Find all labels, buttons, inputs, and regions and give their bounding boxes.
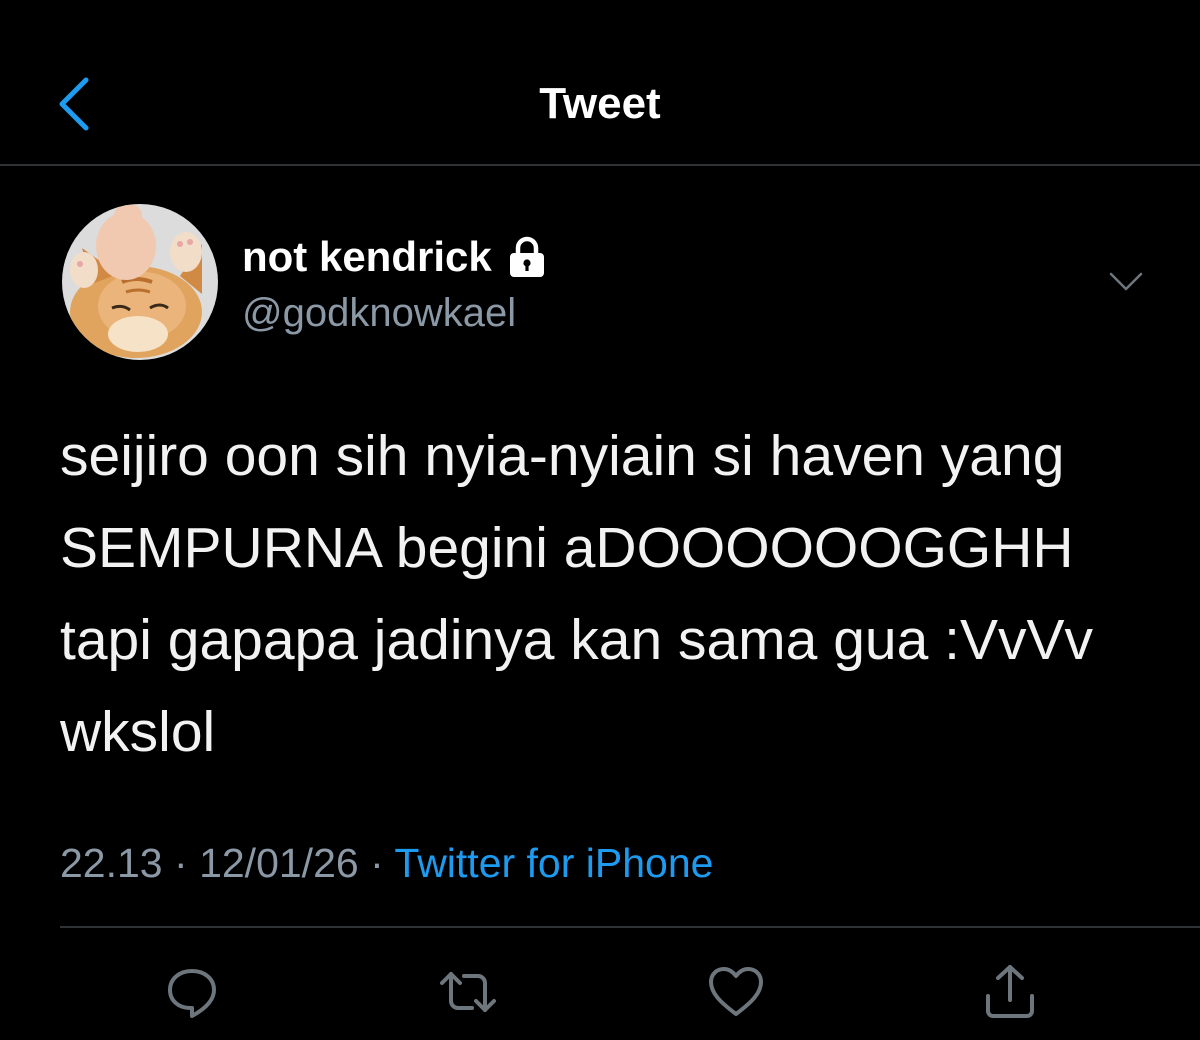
- meta-separator: ·: [370, 840, 384, 886]
- share-icon: [986, 965, 1034, 1018]
- lock-icon: [509, 236, 544, 277]
- heart-icon: [709, 967, 763, 1016]
- top-bar: Tweet: [0, 0, 1200, 166]
- retweet-button[interactable]: [436, 960, 500, 1024]
- like-button[interactable]: [704, 960, 768, 1024]
- reply-button[interactable]: [160, 960, 224, 1024]
- author-name-row[interactable]: not kendrick: [242, 232, 550, 282]
- tweet-text: seijiro oon sih nyia-nyiain si haven yan…: [60, 424, 1094, 764]
- avatar[interactable]: [62, 204, 218, 360]
- author-handle[interactable]: @godknowkael: [242, 288, 516, 338]
- share-button[interactable]: [978, 960, 1042, 1024]
- divider: [60, 926, 1200, 928]
- more-options-button[interactable]: [1104, 264, 1148, 300]
- retweet-icon: [440, 972, 496, 1012]
- reply-icon: [168, 969, 216, 1018]
- tweet-metadata: 22.13 · 12/01/26 · Twitter for iPhone: [60, 836, 713, 890]
- tweet-source-link[interactable]: Twitter for iPhone: [394, 840, 713, 886]
- display-name: not kendrick: [242, 233, 492, 280]
- meta-separator: ·: [174, 840, 188, 886]
- chevron-down-icon: [1109, 272, 1143, 291]
- tweet-time: 22.13: [60, 840, 163, 886]
- cat-avatar-icon: [62, 204, 218, 360]
- page-title: Tweet: [539, 79, 661, 128]
- tweet-date: 12/01/26: [199, 840, 359, 886]
